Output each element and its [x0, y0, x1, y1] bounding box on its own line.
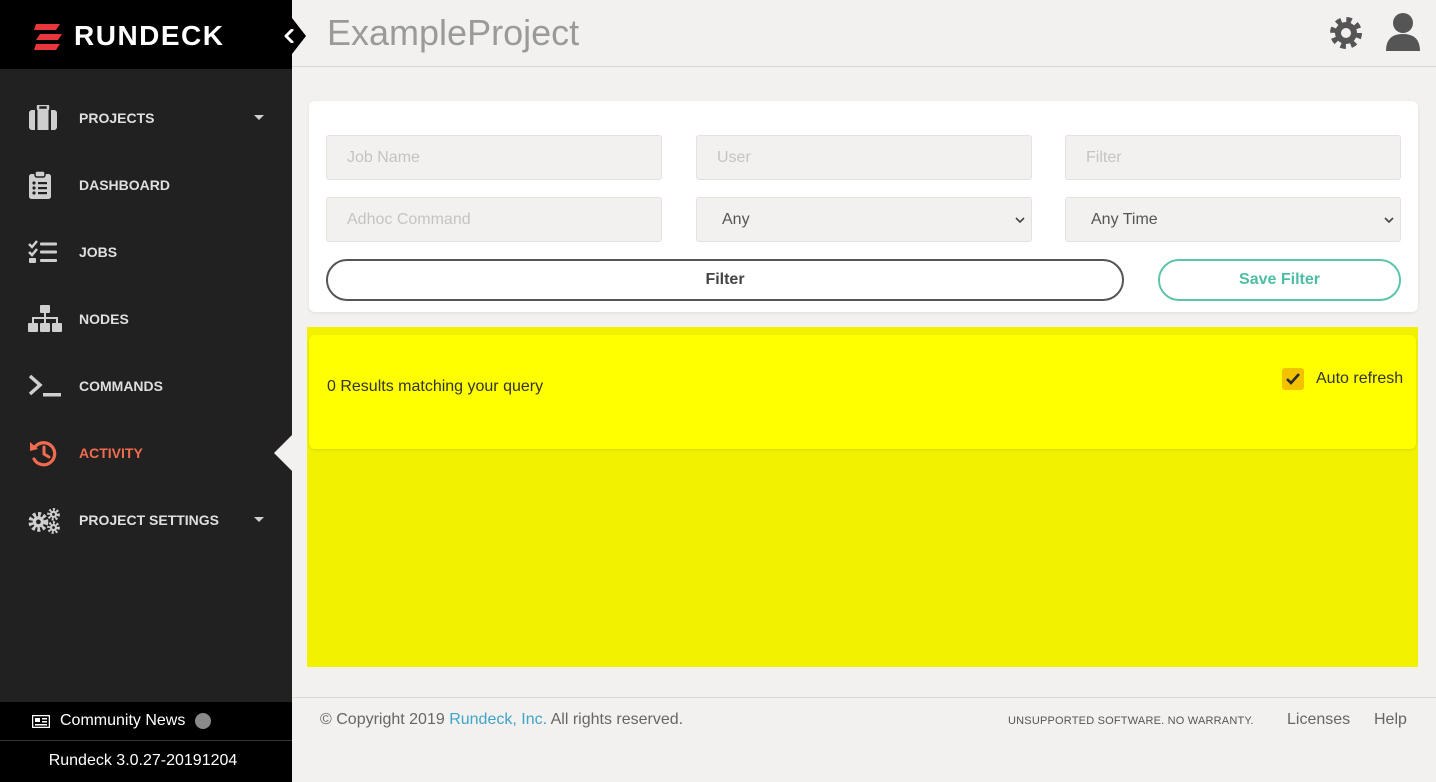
caret-down-icon	[254, 115, 264, 120]
community-news-label: Community News	[60, 712, 186, 729]
sidebar-item-label: PROJECT SETTINGS	[79, 511, 220, 528]
sidebar-item-projects[interactable]: PROJECTS	[0, 84, 292, 151]
brand-header: RUNDECK	[0, 0, 292, 69]
help-link[interactable]: Help	[1374, 711, 1407, 729]
settings-button[interactable]	[1328, 15, 1364, 51]
job-name-input[interactable]	[326, 135, 662, 180]
auto-refresh-checkbox[interactable]	[1282, 368, 1304, 390]
chevron-down-icon	[1015, 217, 1025, 224]
check-icon	[1286, 373, 1300, 385]
chevron-down-icon	[1384, 217, 1394, 224]
gear-icon	[1330, 17, 1362, 49]
company-link[interactable]: Rundeck, Inc.	[449, 711, 547, 728]
save-filter-button[interactable]: Save Filter	[1158, 259, 1401, 301]
warranty-notice: UNSUPPORTED SOFTWARE. NO WARRANTY.	[1008, 715, 1254, 727]
sidebar-item-commands[interactable]: COMMANDS	[0, 352, 292, 419]
sidebar-item-project-settings[interactable]: PROJECT SETTINGS	[0, 486, 292, 553]
adhoc-command-input[interactable]	[326, 197, 662, 242]
sidebar-item-label: COMMANDS	[79, 377, 163, 394]
filter-input[interactable]	[1065, 135, 1401, 180]
community-news-link[interactable]: Community News	[0, 702, 292, 741]
newspaper-icon	[32, 714, 50, 728]
history-icon	[28, 439, 62, 467]
filter-button[interactable]: Filter	[326, 259, 1124, 301]
active-indicator	[274, 435, 292, 471]
caret-down-icon	[254, 517, 264, 522]
user-icon	[1386, 13, 1420, 51]
rundeck-logo-icon[interactable]	[34, 24, 62, 50]
filter-panel: Any Any Time Filter Save Filter	[309, 101, 1418, 312]
user-menu-button[interactable]	[1384, 12, 1422, 52]
results-summary: 0 Results matching your query	[327, 378, 544, 395]
results-panel: 0 Results matching your query Auto refre…	[309, 335, 1416, 449]
sidebar-footer: Community News Rundeck 3.0.27-20191204	[0, 702, 292, 782]
sidebar-item-jobs[interactable]: JOBS	[0, 218, 292, 285]
sidebar-item-label: JOBS	[79, 243, 118, 260]
clipboard-icon	[28, 170, 62, 199]
copyright-text: © Copyright 2019 Rundeck, Inc. All right…	[320, 711, 683, 729]
cogs-icon	[28, 506, 62, 534]
status-select-value: Any	[722, 210, 750, 228]
results-area: 0 Results matching your query Auto refre…	[307, 327, 1418, 667]
news-status-dot	[195, 713, 212, 729]
page-title: ExampleProject	[327, 12, 580, 53]
sidebar-item-dashboard[interactable]: DASHBOARD	[0, 151, 292, 218]
sidebar-item-label: ACTIVITY	[79, 444, 143, 461]
brand-name[interactable]: RUNDECK	[74, 20, 225, 52]
sidebar-item-label: NODES	[79, 310, 129, 327]
top-bar: ExampleProject	[292, 0, 1436, 67]
terminal-icon	[28, 372, 62, 400]
copyright-suffix: All rights reserved.	[550, 711, 684, 728]
licenses-link[interactable]: Licenses	[1287, 711, 1350, 729]
tasks-icon	[28, 238, 62, 266]
copyright-prefix: © Copyright 2019	[320, 711, 445, 728]
sitemap-icon	[28, 304, 62, 333]
time-select[interactable]: Any Time	[1065, 197, 1401, 242]
auto-refresh-label: Auto refresh	[1316, 370, 1404, 387]
sidebar-item-activity[interactable]: ACTIVITY	[0, 419, 292, 486]
sidebar-nav: PROJECTS DASHBOARD JOBS NODES COMMANDS A…	[0, 84, 292, 553]
sidebar-item-label: DASHBOARD	[79, 176, 170, 193]
version-label: Rundeck 3.0.27-20191204	[48, 752, 238, 769]
sidebar: RUNDECK PROJECTS DASHBOARD JOBS NODES CO…	[0, 0, 306, 782]
user-input[interactable]	[696, 135, 1032, 180]
time-select-value: Any Time	[1091, 210, 1158, 228]
footer-divider	[292, 697, 1436, 698]
status-select[interactable]: Any	[696, 197, 1032, 242]
sidebar-item-label: PROJECTS	[79, 109, 155, 126]
auto-refresh-toggle[interactable]: Auto refresh	[1282, 368, 1403, 390]
briefcase-icon	[28, 104, 62, 132]
sidebar-item-nodes[interactable]: NODES	[0, 285, 292, 352]
